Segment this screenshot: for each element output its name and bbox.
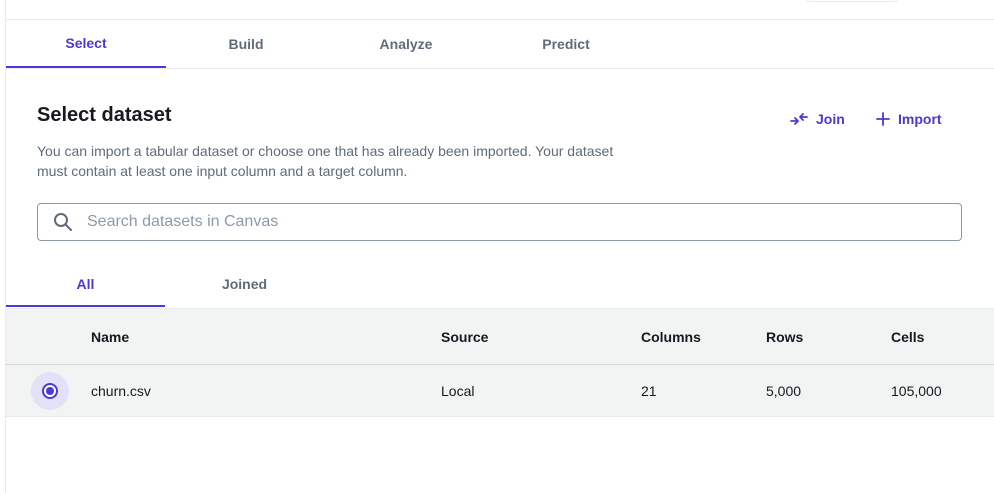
toolbar-button-partial[interactable] [806, 0, 898, 2]
search-box [37, 203, 962, 241]
join-button-label: Join [816, 111, 845, 127]
page-description: You can import a tabular dataset or choo… [37, 143, 614, 179]
tab-all-label: All [76, 275, 95, 292]
cell-name: churn.csv [91, 382, 151, 399]
cell-columns: 21 [641, 382, 657, 399]
column-header-cells[interactable]: Cells [891, 309, 924, 364]
column-header-name[interactable]: Name [91, 309, 129, 364]
column-header-source[interactable]: Source [441, 309, 488, 364]
tab-analyze[interactable]: Analyze [326, 20, 486, 67]
column-header-rows[interactable]: Rows [766, 309, 803, 364]
tab-select-label: Select [65, 35, 107, 51]
tab-build-label: Build [228, 35, 264, 52]
radio-selected-icon [42, 383, 58, 399]
import-button[interactable]: Import [876, 108, 942, 130]
join-button[interactable]: Join [790, 108, 845, 130]
cell-source: Local [441, 382, 475, 399]
column-header-columns[interactable]: Columns [641, 309, 701, 364]
tab-select[interactable]: Select [6, 20, 166, 68]
page-title: Select dataset [37, 104, 172, 126]
search-icon [53, 212, 73, 232]
table-row[interactable]: churn.csv Local 21 5,000 105,000 [6, 365, 994, 417]
canvas-panel: Select Build Analyze Predict Select data… [5, 0, 994, 493]
search-input[interactable] [85, 212, 961, 232]
table-header: Name Source Columns Rows Cells [6, 308, 994, 365]
tab-all[interactable]: All [6, 262, 165, 307]
tab-joined[interactable]: Joined [165, 262, 324, 306]
datasets-table: Name Source Columns Rows Cells churn.csv… [6, 308, 994, 417]
join-icon [790, 112, 808, 126]
tab-build[interactable]: Build [166, 20, 326, 67]
plus-icon [876, 112, 890, 126]
tab-predict[interactable]: Predict [486, 20, 646, 67]
tab-predict-label: Predict [542, 35, 590, 52]
workflow-tabs: Select Build Analyze Predict [6, 20, 994, 69]
cell-cells: 105,000 [891, 382, 942, 399]
row-select-radio[interactable] [31, 372, 69, 410]
tab-analyze-label: Analyze [379, 35, 433, 52]
top-toolbar-strip [6, 0, 994, 20]
import-button-label: Import [898, 111, 942, 127]
tab-joined-label: Joined [221, 276, 268, 292]
cell-rows: 5,000 [766, 382, 802, 399]
dataset-filter-tabs: All Joined [6, 262, 994, 308]
